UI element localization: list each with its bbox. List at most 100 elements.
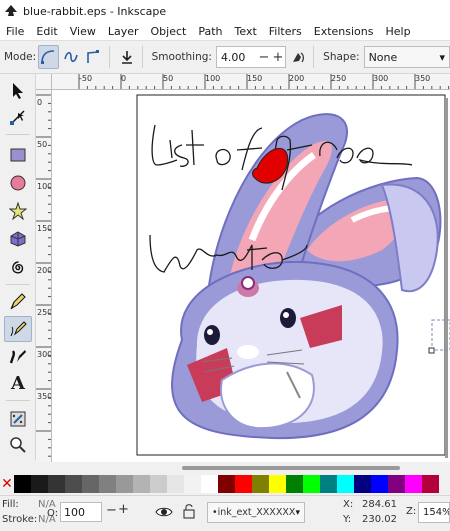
fill-label: Fill: bbox=[2, 499, 19, 510]
drawing-canvas[interactable] bbox=[52, 90, 450, 462]
smoothing-spinbox[interactable]: 4.00 − + bbox=[215, 46, 286, 68]
tool-calligraphy[interactable] bbox=[4, 344, 32, 370]
x-coordinate: 284.61 bbox=[362, 499, 397, 510]
smoothing-value[interactable]: 4.00 bbox=[217, 51, 257, 64]
tool-pencil[interactable] bbox=[4, 288, 32, 314]
menu-layer[interactable]: Layer bbox=[102, 25, 145, 38]
reset-smoothing-button[interactable] bbox=[288, 45, 308, 69]
node-editor-icon bbox=[10, 110, 25, 125]
no-color-icon[interactable]: ✕ bbox=[0, 475, 14, 493]
menu-extensions[interactable]: Extensions bbox=[308, 25, 380, 38]
menu-object[interactable]: Object bbox=[145, 25, 193, 38]
tool-spray[interactable] bbox=[4, 406, 32, 432]
menu-edit[interactable]: Edit bbox=[30, 25, 63, 38]
ruler-label: 300 bbox=[37, 350, 52, 359]
color-swatch[interactable] bbox=[388, 475, 405, 493]
color-swatch[interactable] bbox=[286, 475, 303, 493]
pressure-input-button[interactable] bbox=[116, 45, 136, 69]
eye-icon[interactable] bbox=[155, 505, 173, 519]
tool-rectangle[interactable] bbox=[4, 142, 32, 168]
window-title: blue-rabbit.eps - Inkscape bbox=[23, 4, 167, 18]
color-swatch[interactable] bbox=[218, 475, 235, 493]
circle-icon bbox=[10, 175, 26, 191]
color-swatch[interactable] bbox=[252, 475, 269, 493]
tool-selector[interactable] bbox=[4, 78, 32, 104]
ruler-label: 50 bbox=[163, 74, 174, 83]
scroll-thumb[interactable] bbox=[182, 466, 400, 470]
text-a-icon: A bbox=[11, 372, 25, 394]
color-swatch[interactable] bbox=[303, 475, 320, 493]
calligraphy-pen-icon bbox=[9, 350, 26, 364]
ruler-label: 100 bbox=[37, 182, 52, 191]
color-swatch[interactable] bbox=[405, 475, 422, 493]
smoothing-label: Smoothing: bbox=[151, 51, 212, 63]
color-swatch[interactable] bbox=[14, 475, 31, 493]
layer-dropdown[interactable]: •ink_ext_XXXXXX ▾ bbox=[207, 502, 305, 523]
tool-freehand[interactable] bbox=[4, 316, 32, 342]
tool-node[interactable] bbox=[4, 104, 32, 130]
mode-label: Mode: bbox=[4, 51, 37, 63]
ruler-label: 300 bbox=[373, 74, 389, 83]
color-swatch[interactable] bbox=[82, 475, 99, 493]
ruler-label: 50 bbox=[37, 140, 48, 149]
menu-path[interactable]: Path bbox=[192, 25, 228, 38]
color-swatch[interactable] bbox=[99, 475, 116, 493]
node-handle[interactable] bbox=[428, 347, 435, 354]
minus-icon[interactable]: − bbox=[257, 50, 271, 65]
mode-bspline-button[interactable] bbox=[83, 45, 103, 69]
palette-swatches bbox=[14, 475, 439, 493]
menu-text[interactable]: Text bbox=[229, 25, 263, 38]
color-swatch[interactable] bbox=[31, 475, 48, 493]
plus-icon[interactable]: + bbox=[271, 50, 285, 65]
pencil-icon bbox=[10, 321, 27, 337]
color-swatch[interactable] bbox=[116, 475, 133, 493]
color-swatch[interactable] bbox=[48, 475, 65, 493]
ruler-label: 350 bbox=[415, 74, 431, 83]
horizontal-scrollbar[interactable] bbox=[52, 462, 450, 474]
tool-spiral[interactable] bbox=[4, 254, 32, 280]
minus-icon[interactable]: − bbox=[106, 503, 117, 518]
separator bbox=[6, 134, 30, 135]
color-swatch[interactable] bbox=[269, 475, 286, 493]
mode-regular-bezier-button[interactable] bbox=[38, 45, 59, 69]
color-swatch[interactable] bbox=[320, 475, 337, 493]
opacity-spinbox[interactable]: 100 bbox=[60, 502, 102, 522]
color-swatch[interactable] bbox=[65, 475, 82, 493]
color-swatch[interactable] bbox=[150, 475, 167, 493]
tool-zoom[interactable] bbox=[4, 432, 32, 458]
x-label: X: bbox=[343, 499, 354, 510]
inkscape-logo-icon bbox=[5, 5, 17, 16]
color-swatch[interactable] bbox=[337, 475, 354, 493]
tool-ellipse[interactable] bbox=[4, 170, 32, 196]
color-swatch[interactable] bbox=[422, 475, 439, 493]
menu-help[interactable]: Help bbox=[379, 25, 416, 38]
lock-icon[interactable] bbox=[182, 503, 196, 519]
mode-spiro-button[interactable] bbox=[61, 45, 81, 69]
color-swatch[interactable] bbox=[371, 475, 388, 493]
tool-3dbox[interactable] bbox=[4, 226, 32, 252]
menu-file[interactable]: File bbox=[0, 25, 30, 38]
zoom-field[interactable]: 154% bbox=[418, 502, 450, 523]
tool-star[interactable] bbox=[4, 198, 32, 224]
rectangle-icon bbox=[10, 148, 26, 162]
spiro-mode-icon bbox=[64, 51, 78, 63]
shape-dropdown[interactable]: None ▾ bbox=[363, 46, 450, 68]
color-swatch[interactable] bbox=[235, 475, 252, 493]
plus-icon[interactable]: + bbox=[118, 502, 129, 517]
color-swatch[interactable] bbox=[201, 475, 218, 493]
arrow-pointer-icon bbox=[13, 83, 23, 99]
color-swatch[interactable] bbox=[133, 475, 150, 493]
horizontal-ruler[interactable]: -50 0 50 100 150 200 250 300 350 bbox=[52, 74, 450, 90]
separator bbox=[6, 284, 30, 285]
color-swatch[interactable] bbox=[167, 475, 184, 493]
opacity-value[interactable]: 100 bbox=[64, 506, 85, 519]
menu-view[interactable]: View bbox=[64, 25, 102, 38]
pen-nib-icon bbox=[10, 293, 26, 310]
menu-filters[interactable]: Filters bbox=[263, 25, 308, 38]
vertical-ruler[interactable]: 0 50 100 150 200 250 300 350 bbox=[36, 90, 52, 462]
title-bar: blue-rabbit.eps - Inkscape bbox=[0, 0, 450, 22]
color-swatch[interactable] bbox=[354, 475, 371, 493]
color-swatch[interactable] bbox=[184, 475, 201, 493]
zoom-value[interactable]: 154% bbox=[423, 507, 449, 518]
tool-text[interactable]: A bbox=[4, 370, 32, 396]
